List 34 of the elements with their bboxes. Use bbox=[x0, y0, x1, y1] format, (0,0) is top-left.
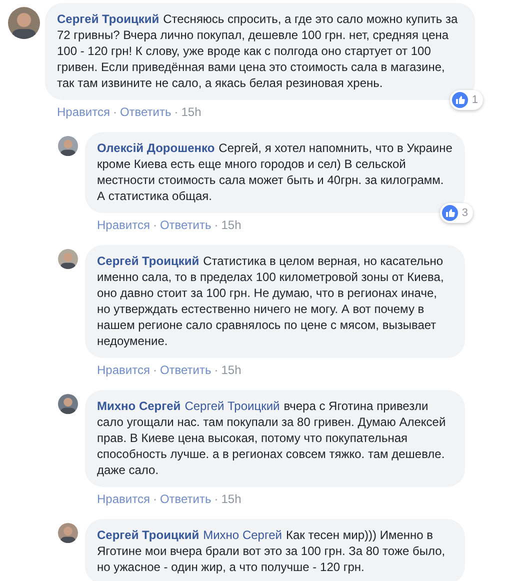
comment-action-link[interactable]: Ответить bbox=[160, 362, 212, 378]
like-icon bbox=[452, 92, 468, 108]
avatar bbox=[58, 249, 78, 269]
separator-dot: · bbox=[152, 362, 157, 378]
separator-dot: · bbox=[214, 491, 218, 507]
comment-action-link[interactable]: Ответить bbox=[120, 104, 172, 120]
timestamp: 15h bbox=[221, 362, 242, 378]
comment-action-link[interactable]: Ответить bbox=[160, 491, 212, 507]
comment-text: Сергей Троицкий Михно Сергей Как тесен мир))) Именно в Яготине мои вчера брали вот это за 100 грн. За 80 тоже было, но ужасное - один жир, а что получше - 120 грн. bbox=[97, 528, 446, 574]
avatar bbox=[58, 394, 78, 414]
comment-action-link[interactable]: Нравится bbox=[97, 491, 150, 507]
reaction-count[interactable]: 1 bbox=[450, 90, 483, 110]
comment-action-link[interactable]: Ответить bbox=[160, 217, 212, 233]
comment-action-link[interactable]: Нравится bbox=[57, 104, 110, 120]
comment-action-link[interactable]: Нравится bbox=[97, 362, 150, 378]
separator-dot: · bbox=[152, 491, 157, 507]
separator-dot: · bbox=[214, 362, 218, 378]
like-icon bbox=[442, 205, 458, 221]
comment-text: Сергей Троицкий Статистика в целом верная, но касательно именно сала, то в пределах 100 километровой зоны от Киева, оно давно стоит за 100 грн. Не думаю, что в регионах иначе, но утверждать естественно ничего не могу. А вот почему в нашем регионе сало сравнялось по цене с мясом, вызывает недоумение. bbox=[97, 254, 444, 348]
separator-dot: · bbox=[112, 104, 117, 120]
separator-dot: · bbox=[214, 217, 218, 233]
timestamp: 15h bbox=[221, 217, 242, 233]
avatar bbox=[58, 136, 78, 156]
comment-action-link[interactable]: Нравится bbox=[97, 217, 150, 233]
timestamp: 15h bbox=[221, 491, 242, 507]
comment-text: Михно Сергей Сергей Троицкий вчера с Яготина привезли сало угощали нас. там покупали за 80 гривен. Думаю Алексей прав. В Киеве цена высокая, потому что покупательная способность лучше. а в регионах совсем тяжко. там дешевле. даже сало. bbox=[97, 399, 446, 477]
avatar bbox=[8, 7, 40, 39]
reaction-count[interactable]: 3 bbox=[440, 203, 473, 223]
separator-dot: · bbox=[152, 217, 157, 233]
comment-text: Сергей Троицкий Стесняюсь спросить, а где это сало можно купить за 72 гривны? Вчера лично покупал, дешевле 100 грн. нет, средняя цена 100 - 120 грн! К слову, уже вроде как с полгода оно стартует от 100 гривен. Если приведённая вами цена это стоимость сала в магазине, так там извините не сало, а якась белая резиновая хрень. bbox=[57, 12, 458, 90]
avatar bbox=[58, 523, 78, 543]
separator-dot: · bbox=[174, 104, 178, 120]
timestamp: 15h bbox=[181, 104, 202, 120]
comment-text: Олексій Дорошенко Сергей, я хотел напомнить, что в Украине кроме Киева есть еще много городов и сел) В сельской местности стоимость сала может быть и 40грн. за килограмм. А статистика общая. bbox=[97, 141, 452, 203]
